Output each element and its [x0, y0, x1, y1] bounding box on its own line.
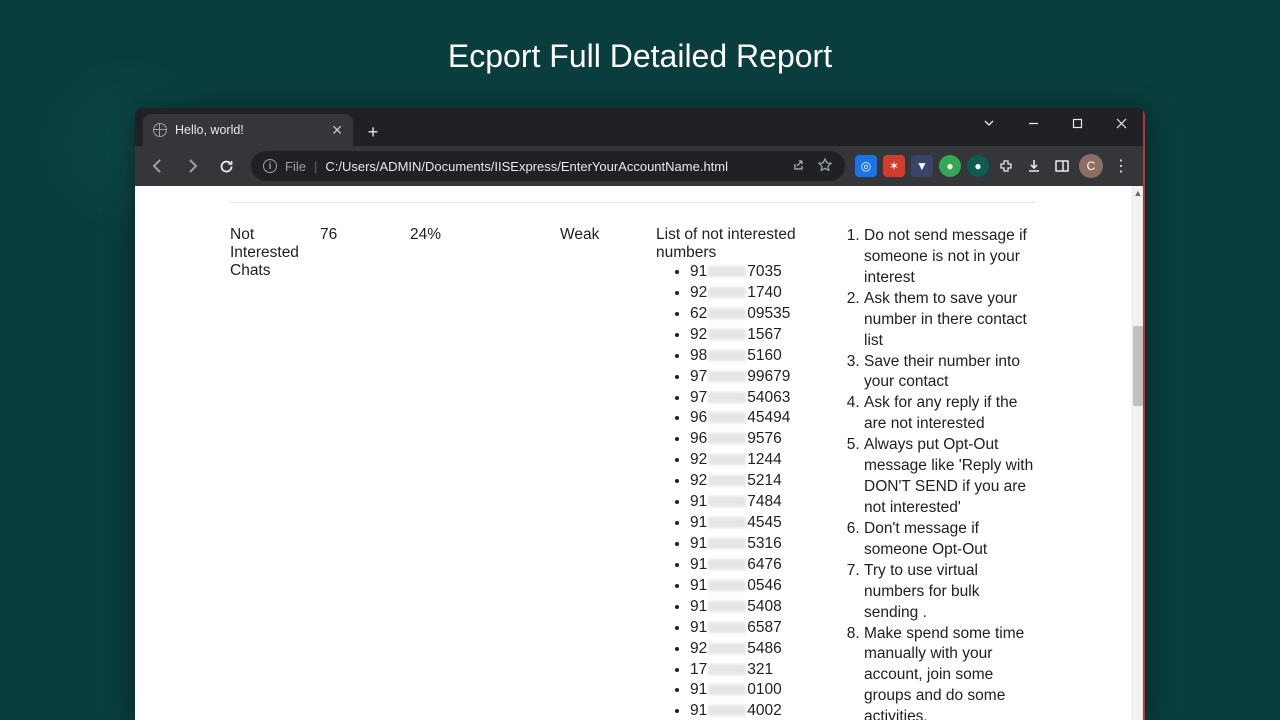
browser-window: Hello, world! ✕ + i File | C:/Users/ADMI…	[135, 108, 1145, 720]
url-text: C:/Users/ADMIN/Documents/IISExpress/Ente…	[325, 159, 728, 174]
list-item: Save their number into your contact	[864, 352, 1036, 394]
chevron-down-icon[interactable]	[967, 108, 1011, 138]
list-item: 917484	[690, 492, 846, 513]
reload-button[interactable]	[211, 151, 241, 181]
address-bar[interactable]: i File | C:/Users/ADMIN/Documents/IISExp…	[251, 151, 845, 181]
list-item: Make spend some time manually with your …	[864, 624, 1036, 720]
tips-column: Do not send message if someone is not in…	[846, 226, 1036, 720]
maximize-button[interactable]	[1055, 108, 1099, 138]
report-row: Not Interested Chats 76 24% Weak List of…	[230, 226, 1131, 720]
list-item: 969576	[690, 429, 846, 450]
puzzle-icon[interactable]	[995, 155, 1017, 177]
back-button[interactable]	[143, 151, 173, 181]
extension-icon[interactable]: ▼	[911, 155, 933, 177]
download-icon[interactable]	[1023, 155, 1045, 177]
star-icon[interactable]	[817, 157, 833, 176]
list-item: 915316	[690, 534, 846, 555]
row-label: Not Interested Chats	[230, 226, 320, 280]
row-strength: Weak	[560, 226, 656, 244]
panel-icon[interactable]	[1051, 155, 1073, 177]
extension-icon[interactable]: ●	[967, 155, 989, 177]
window-controls	[967, 108, 1145, 138]
share-icon[interactable]	[791, 157, 807, 176]
list-item: 910100	[690, 680, 846, 701]
close-window-button[interactable]	[1099, 108, 1143, 138]
list-item: 9799679	[690, 367, 846, 388]
list-item: Try to use virtual numbers for bulk send…	[864, 561, 1036, 624]
list-item: 915408	[690, 597, 846, 618]
avatar[interactable]: C	[1079, 154, 1103, 178]
extension-icon[interactable]: ✶	[883, 155, 905, 177]
list-item: 916587	[690, 618, 846, 639]
tips-list: Do not send message if someone is not in…	[846, 226, 1036, 720]
new-tab-button[interactable]: +	[359, 118, 387, 146]
list-item: Do not send message if someone is not in…	[864, 226, 1036, 289]
forward-button[interactable]	[177, 151, 207, 181]
info-icon[interactable]: i	[263, 159, 277, 173]
list-item: 921567	[690, 325, 846, 346]
list-item: 921740	[690, 283, 846, 304]
list-item: 925486	[690, 639, 846, 660]
tab-title: Hello, world!	[175, 123, 244, 137]
list-item: 914002	[690, 701, 846, 720]
close-tab-icon[interactable]: ✕	[331, 123, 343, 137]
row-percent: 24%	[410, 226, 560, 244]
list-item: 916476	[690, 555, 846, 576]
globe-icon	[153, 123, 167, 137]
list-item: 917035	[690, 262, 846, 283]
extension-icon[interactable]: ◎	[855, 155, 877, 177]
page-title: Ecport Full Detailed Report	[0, 0, 1280, 75]
list-item: 6209535	[690, 304, 846, 325]
browser-tab[interactable]: Hello, world! ✕	[143, 114, 353, 146]
toolbar: i File | C:/Users/ADMIN/Documents/IISExp…	[135, 146, 1145, 186]
url-scheme: File	[285, 159, 306, 174]
minimize-button[interactable]	[1011, 108, 1055, 138]
row-count: 76	[320, 226, 410, 244]
page-viewport: ▲ Not Interested Chats 76 24% Weak List …	[135, 186, 1145, 720]
list-item: 9645494	[690, 408, 846, 429]
divider	[230, 202, 1035, 203]
numbers-column: List of not interested numbers 917035921…	[656, 226, 846, 720]
list-item: 925214	[690, 471, 846, 492]
list-item: 914545	[690, 513, 846, 534]
menu-icon[interactable]: ⋮	[1109, 156, 1133, 176]
numbers-list: 9170359217406209535921567985160979967997…	[656, 262, 846, 720]
separator: |	[314, 159, 317, 174]
list-item: Ask them to save your number in there co…	[864, 289, 1036, 352]
list-item: 9754063	[690, 388, 846, 409]
list-item: 910546	[690, 576, 846, 597]
numbers-title: List of not interested numbers	[656, 226, 846, 262]
extension-icon[interactable]: ●	[939, 155, 961, 177]
list-item: Ask for any reply if the are not interes…	[864, 393, 1036, 435]
list-item: 17321	[690, 660, 846, 681]
list-item: 921244	[690, 450, 846, 471]
list-item: Don't message if someone Opt-Out	[864, 519, 1036, 561]
list-item: 985160	[690, 346, 846, 367]
extensions: ◎ ✶ ▼ ● ● C ⋮	[855, 154, 1137, 178]
titlebar: Hello, world! ✕ +	[135, 108, 1145, 146]
list-item: Always put Opt-Out message like 'Reply w…	[864, 435, 1036, 519]
